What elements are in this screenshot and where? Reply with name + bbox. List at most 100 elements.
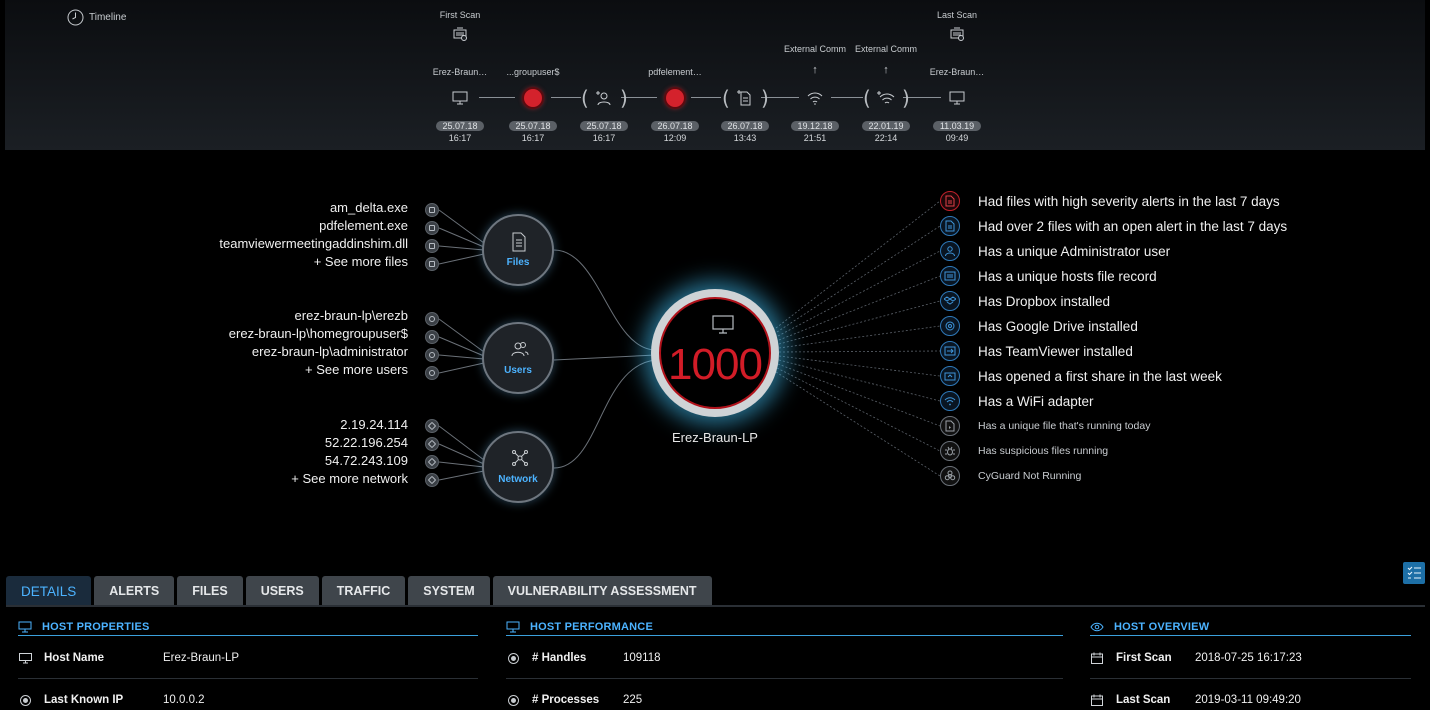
tab-divider <box>6 605 1425 607</box>
host-performance-panel: HOST PERFORMANCE # Handles 109118 # Proc… <box>506 618 1063 706</box>
insight-item[interactable]: Has TeamViewer installed <box>940 341 1133 361</box>
property-key: Host Name <box>44 652 105 664</box>
panel-header: HOST PROPERTIES <box>18 618 478 636</box>
bracket-left: ( <box>722 86 730 110</box>
insight-item[interactable]: Has suspicious files running <box>940 441 1108 461</box>
file-item[interactable]: am_delta.exe <box>330 200 408 215</box>
alert-red-icon <box>665 88 685 108</box>
network-node-icon[interactable] <box>425 437 439 451</box>
tab-details[interactable]: DETAILS <box>6 576 92 606</box>
insight-item[interactable]: Has a unique hosts file record <box>940 266 1157 286</box>
tab-vulnerability-assessment[interactable]: VULNERABILITY ASSESSMENT <box>492 576 712 606</box>
file-node-icon[interactable] <box>425 203 439 217</box>
network-node-icon[interactable] <box>425 419 439 433</box>
performance-key: # Processes <box>532 694 600 706</box>
property-row: Host Name Erez-Braun-LP <box>18 648 478 668</box>
see-more-network-link[interactable]: + See more network <box>291 471 408 486</box>
network-hub-label: Network <box>498 474 538 485</box>
user-node-icon[interactable] <box>425 348 439 362</box>
tab-traffic[interactable]: TRAFFIC <box>321 576 406 606</box>
monitor-icon <box>18 652 32 664</box>
tab-alerts[interactable]: ALERTS <box>94 576 175 606</box>
see-more-files-link[interactable]: + See more files <box>314 254 408 269</box>
event-time: 21:51 <box>803 133 827 143</box>
insight-text: Has a unique Administrator user <box>978 243 1171 259</box>
user-item[interactable]: erez-braun-lp\erezb <box>295 308 408 323</box>
file-item[interactable]: pdfelement.exe <box>319 218 408 233</box>
insight-item[interactable]: CyGuard Not Running <box>940 466 1081 486</box>
insight-item[interactable]: Has a unique Administrator user <box>940 241 1170 261</box>
insight-text: Has opened a first share in the last wee… <box>978 368 1222 384</box>
user-node-icon[interactable] <box>425 366 439 380</box>
host-name-label: Erez-Braun-LP <box>672 430 758 445</box>
overview-value: 2019-03-11 09:49:20 <box>1195 694 1301 706</box>
files-hub-label: Files <box>506 257 530 268</box>
file-node-icon[interactable] <box>425 239 439 253</box>
insight-text: Has Google Drive installed <box>978 318 1138 334</box>
host-overview-panel: HOST OVERVIEW First Scan 2018-07-25 16:1… <box>1090 618 1411 706</box>
detail-tabs: DETAILS ALERTS FILES USERS TRAFFIC SYSTE… <box>6 576 712 606</box>
event-time: 22:14 <box>874 133 898 143</box>
tab-system[interactable]: SYSTEM <box>408 576 490 606</box>
insight-item[interactable]: Had over 2 files with an open alert in t… <box>940 216 1287 236</box>
panel-title: HOST PROPERTIES <box>42 620 150 633</box>
insight-item[interactable]: Had files with high severity alerts in t… <box>940 191 1280 211</box>
network-item[interactable]: 54.72.243.109 <box>325 453 408 468</box>
host-risk-node[interactable]: 1000 <box>651 289 779 417</box>
scan-icon <box>950 27 964 41</box>
network-node-icon[interactable] <box>425 455 439 469</box>
event-date: 26.07.18 <box>721 121 769 131</box>
monitor-icon <box>712 315 734 334</box>
event-time: 13:43 <box>733 133 757 143</box>
insight-item[interactable]: Has a unique file that's running today <box>940 416 1150 436</box>
users-icon <box>511 342 529 357</box>
performance-value: 225 <box>623 694 643 706</box>
file-node-icon[interactable] <box>425 221 439 235</box>
see-more-users-link[interactable]: + See more users <box>305 362 408 377</box>
user-node-icon[interactable] <box>425 330 439 344</box>
timeline-connector <box>551 97 581 98</box>
bracket-right: ) <box>761 86 769 110</box>
biohazard-icon <box>940 466 960 486</box>
event-date: 25.07.18 <box>436 121 484 131</box>
property-row: Last Known IP 10.0.0.2 <box>18 690 478 710</box>
users-hub[interactable]: Users <box>482 322 554 394</box>
overview-value: 2018-07-25 16:17:23 <box>1195 652 1302 664</box>
file-node-icon[interactable] <box>425 257 439 271</box>
last-scan-label: Last Scan <box>936 10 978 20</box>
insight-item[interactable]: Has opened a first share in the last wee… <box>940 366 1222 386</box>
files-hub[interactable]: Files <box>482 214 554 286</box>
network-item[interactable]: 52.22.196.254 <box>325 435 408 450</box>
bracket-right: ) <box>902 86 910 110</box>
first-scan-label: First Scan <box>439 10 481 20</box>
user-node-icon[interactable] <box>425 312 439 326</box>
network-item[interactable]: 2.19.24.114 <box>340 417 408 432</box>
event-label: ...groupuser$ <box>506 67 560 77</box>
users-hub-label: Users <box>504 365 532 376</box>
insight-text: Has suspicious files running <box>978 445 1109 457</box>
network-node-icon[interactable] <box>425 473 439 487</box>
insight-item[interactable]: Has Dropbox installed <box>940 291 1110 311</box>
insight-item[interactable]: Has Google Drive installed <box>940 316 1138 336</box>
overview-key: Last Scan <box>1116 694 1171 706</box>
network-hub[interactable]: Network <box>482 431 554 503</box>
tab-files[interactable]: FILES <box>177 576 243 606</box>
insight-text: Has Dropbox installed <box>978 293 1111 309</box>
calendar-icon <box>1090 652 1104 664</box>
insight-text: Has a WiFi adapter <box>978 393 1094 409</box>
tab-users[interactable]: USERS <box>245 576 319 606</box>
google-drive-icon <box>940 316 960 336</box>
event-date: 25.07.18 <box>580 121 628 131</box>
file-item[interactable]: teamviewermeetingaddinshim.dll <box>219 236 408 251</box>
user-item[interactable]: erez-braun-lp\homegroupuser$ <box>229 326 408 341</box>
checklist-icon[interactable] <box>1403 562 1425 584</box>
user-item[interactable]: erez-braun-lp\administrator <box>252 344 408 359</box>
insight-text: Had over 2 files with an open alert in t… <box>978 218 1288 234</box>
eye-icon <box>1090 622 1104 631</box>
timeline-bar: Timeline First Scan Erez-Braun… 25.07.18… <box>5 0 1425 150</box>
insight-text: Has a unique hosts file record <box>978 268 1157 284</box>
event-time: 16:17 <box>448 133 472 143</box>
insight-text: Had files with high severity alerts in t… <box>978 193 1280 209</box>
insight-item[interactable]: Has a WiFi adapter <box>940 391 1094 411</box>
hosts-file-icon <box>940 266 960 286</box>
